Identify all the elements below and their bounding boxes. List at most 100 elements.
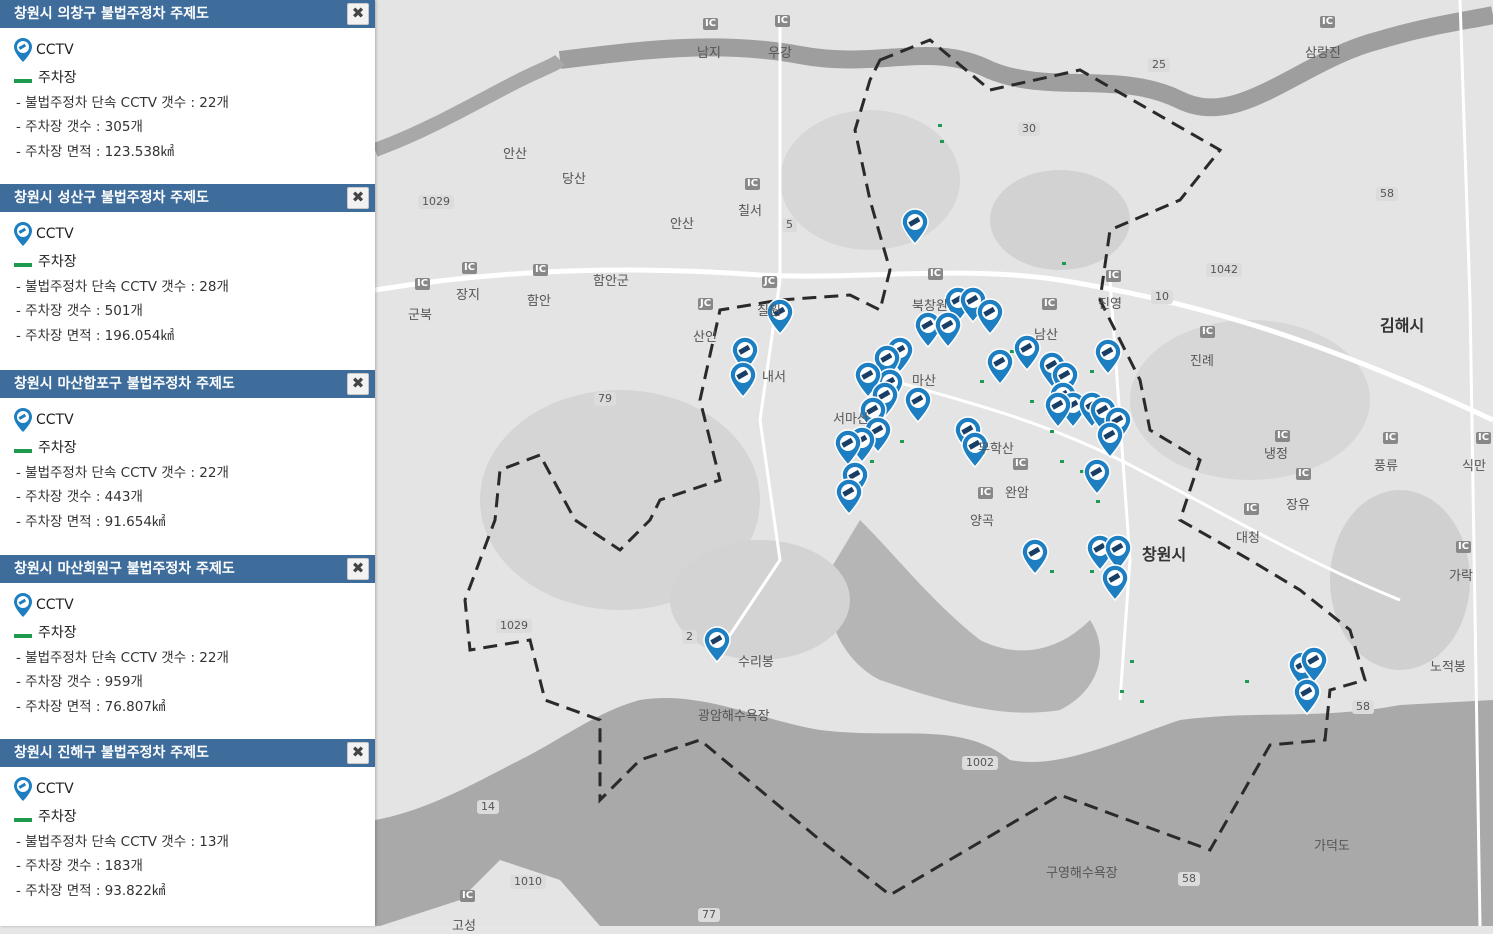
road-number: 58 [1178,872,1200,886]
cctv-count: - 불법주정차 단속 CCTV 갯수 : 22개 [16,464,229,481]
interchange-badge: IC [1456,541,1472,553]
interchange-badge: IC [1013,458,1029,470]
close-button[interactable]: ✖ [347,3,369,25]
close-button[interactable]: ✖ [347,742,369,764]
parking-lot[interactable] [1090,570,1094,573]
parking-swatch-icon [14,634,32,639]
road-number: 5 [782,218,797,232]
parking-lot[interactable] [940,140,944,143]
place-label: 창원시 [1142,545,1187,564]
interchange-badge: IC [1244,503,1260,515]
lot-area: - 주차장 면적 : 93.822㎢ [16,882,166,899]
road-number: 30 [1018,122,1040,136]
cctv-count: - 불법주정차 단속 CCTV 갯수 : 22개 [16,649,229,666]
place-label: 서마산 [833,412,869,427]
interchange-badge: IC [703,18,719,30]
interchange-badge: IC [1106,270,1122,282]
interchange-badge: IC [1296,468,1312,480]
legend-seongsan: 창원시 성산구 불법주정차 주제도 ✖ CCTV 주차장 - 불법주정차 단속 … [0,184,375,348]
place-label: 안산 [503,147,527,162]
place-label: 당산 [562,172,586,187]
road-number: 79 [594,392,616,406]
place-label: 장지 [456,288,480,303]
road-number: 58 [1376,187,1398,201]
legend-title: 창원시 성산구 불법주정차 주제도 ✖ [0,184,375,212]
cctv-label: CCTV [36,41,74,58]
parking-lot[interactable] [1060,460,1064,463]
place-label: 가덕도 [1314,839,1350,854]
close-button[interactable]: ✖ [347,558,369,580]
road-number: 1002 [962,756,998,770]
legend-jinhae: 창원시 진해구 불법주정차 주제도 ✖ CCTV 주차장 - 불법주정차 단속 … [0,739,375,903]
interchange-badge: IC [1383,432,1399,444]
parking-lot[interactable] [1245,680,1249,683]
road-number: 1029 [496,619,532,633]
interchange-badge: IC [1476,432,1492,444]
parking-lot[interactable] [1120,690,1124,693]
junction-badge: JC [698,298,714,310]
interchange-badge: IC [415,278,431,290]
parking-swatch-icon [14,263,32,268]
place-label: 무학산 [978,442,1014,457]
close-button[interactable]: ✖ [347,187,369,209]
place-label: 북창원 [912,299,948,314]
place-label: 산인 [693,330,717,345]
road-number: 10 [1151,290,1173,304]
legend-title: 창원시 의창구 불법주정차 주제도 ✖ [0,0,375,28]
parking-label: 주차장 [38,625,77,641]
parking-lot[interactable] [1030,400,1034,403]
close-button[interactable]: ✖ [347,373,369,395]
place-label: 구영해수욕장 [1046,866,1118,881]
place-label: 양곡 [970,514,994,529]
parking-lot[interactable] [1010,350,1014,353]
cctv-marker-icon [14,222,32,246]
legend-uichang: 창원시 의창구 불법주정차 주제도 ✖ CCTV 주차장 - 불법주정차 단속 … [0,0,375,164]
parking-lot[interactable] [900,440,904,443]
parking-label: 주차장 [38,70,77,86]
parking-lot[interactable] [1130,660,1134,663]
legend-title: 창원시 마산합포구 불법주정차 주제도 ✖ [0,370,375,398]
place-label: 군북 [408,308,432,323]
road-number: 2 [682,630,697,644]
place-label: 삼랑진 [1305,46,1341,61]
place-label: 수리봉 [738,655,774,670]
place-label: 칠서 [738,204,762,219]
place-label: 마산 [912,374,936,389]
place-label: 광암해수욕장 [698,709,770,724]
cctv-marker-icon [14,593,32,617]
road-number: 25 [1148,58,1170,72]
parking-lot[interactable] [1096,500,1100,503]
parking-lot[interactable] [980,380,984,383]
parking-lot[interactable] [1090,370,1094,373]
cctv-label: CCTV [36,411,74,428]
interchange-badge: IC [745,178,761,190]
interchange-badge: IC [978,487,994,499]
interchange-badge: IC [533,264,549,276]
parking-lot[interactable] [1140,700,1144,703]
road-number: 1029 [418,195,454,209]
parking-lot[interactable] [938,124,942,127]
place-label: 내서 [762,370,786,385]
cctv-count: - 불법주정차 단속 CCTV 갯수 : 13개 [16,833,229,850]
place-label: 냉정 [1264,447,1288,462]
parking-lot[interactable] [1050,570,1054,573]
legend-title: 창원시 진해구 불법주정차 주제도 ✖ [0,739,375,767]
lot-area: - 주차장 면적 : 91.654㎢ [16,513,166,530]
place-label: 안산 [670,217,694,232]
place-label: 대청 [1236,531,1260,546]
cctv-marker-icon [14,777,32,801]
parking-swatch-icon [14,79,32,84]
interchange-badge: IC [462,262,478,274]
place-label: 함안 [527,294,551,309]
parking-lot[interactable] [870,460,874,463]
legend-panel: 창원시 의창구 불법주정차 주제도 ✖ CCTV 주차장 - 불법주정차 단속 … [0,0,375,926]
interchange-badge: IC [460,890,476,902]
interchange-badge: IC [775,15,791,27]
place-label: 남지 [697,46,721,61]
place-label: 완암 [1005,486,1029,501]
parking-lot[interactable] [1062,262,1066,265]
parking-swatch-icon [14,818,32,823]
interchange-badge: IC [928,268,944,280]
parking-label: 주차장 [38,440,77,456]
parking-lot[interactable] [1050,430,1054,433]
